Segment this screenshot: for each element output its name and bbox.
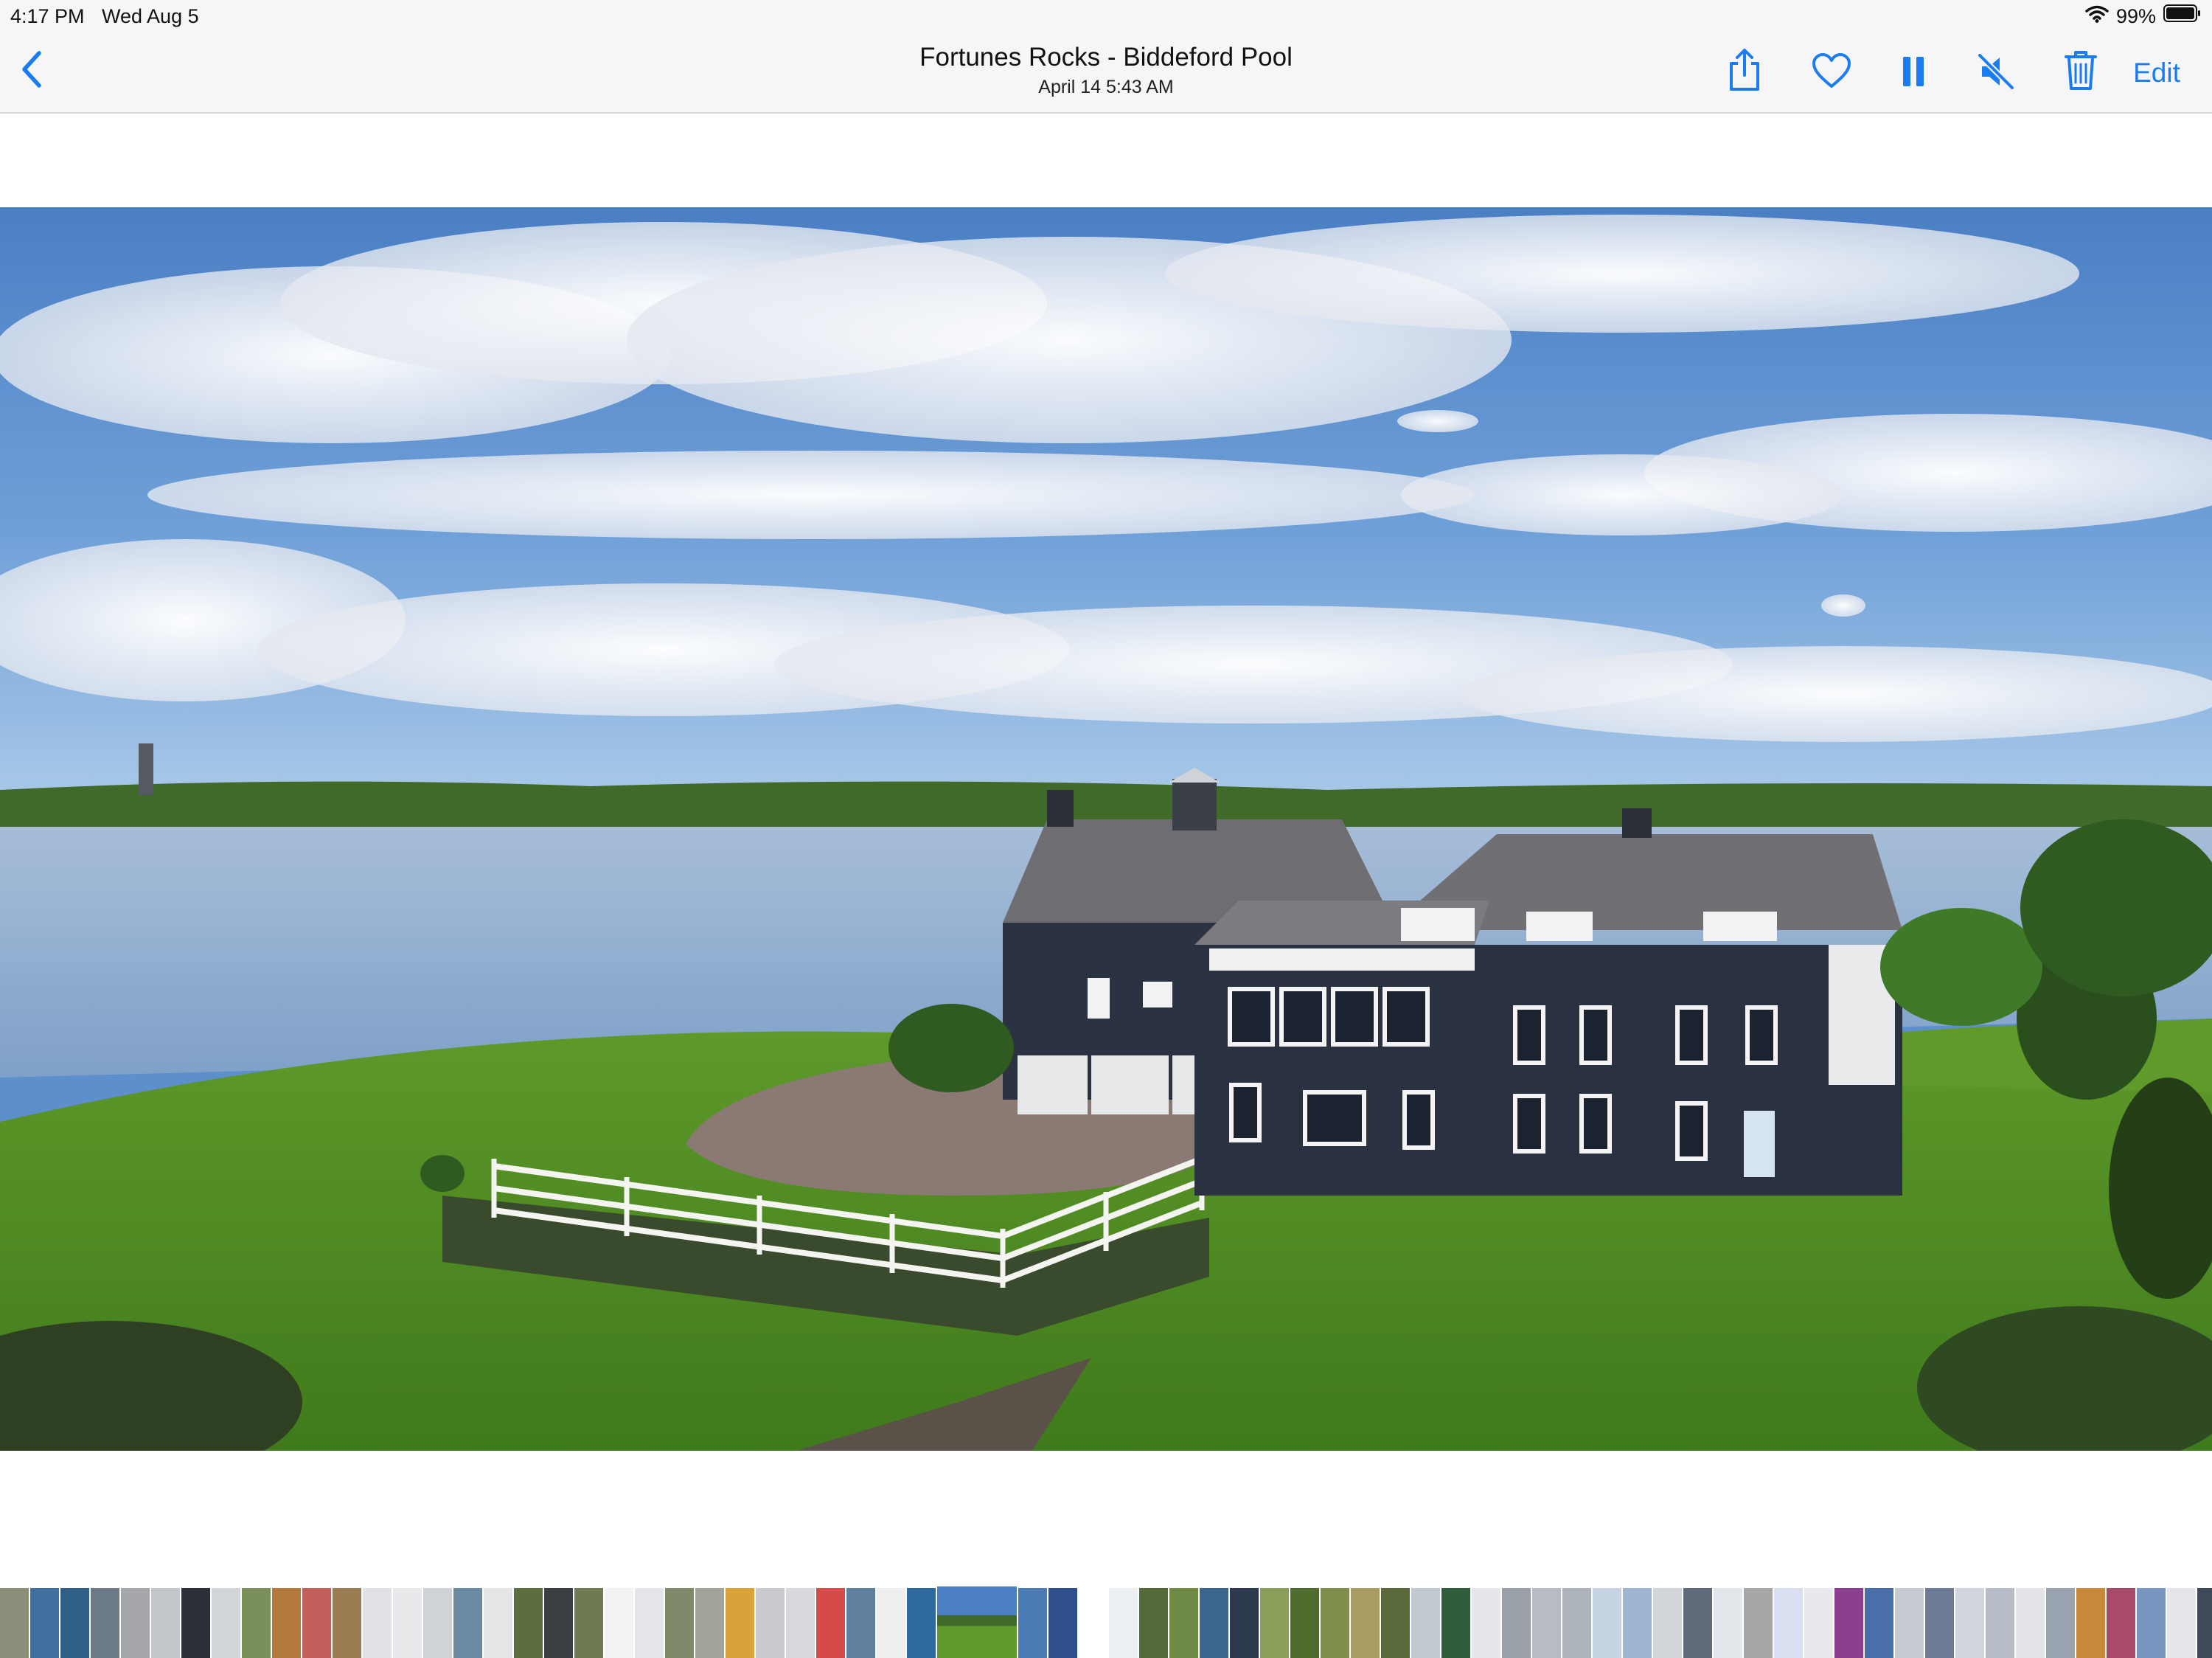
filmstrip-thumbnail[interactable] (0, 1588, 29, 1658)
edit-button[interactable]: Edit (2124, 53, 2190, 93)
filmstrip-thumbnail[interactable] (1139, 1588, 1168, 1658)
battery-percent: 99% (2115, 5, 2156, 27)
photo-timestamp: April 14 5:43 AM (1038, 77, 1174, 97)
filmstrip-thumbnail[interactable] (1562, 1588, 1591, 1658)
thumbnail-strip[interactable] (0, 1586, 2212, 1658)
filmstrip-thumbnail[interactable] (181, 1588, 210, 1658)
filmstrip-thumbnail[interactable] (1230, 1588, 1259, 1658)
filmstrip-thumbnail[interactable] (1532, 1588, 1561, 1658)
filmstrip-thumbnail[interactable] (363, 1588, 392, 1658)
pause-button[interactable] (1893, 53, 1933, 93)
filmstrip-thumbnail[interactable] (786, 1588, 815, 1658)
filmstrip-thumbnail[interactable] (1321, 1588, 1349, 1658)
filmstrip-thumbnail[interactable] (1925, 1588, 1954, 1658)
filmstrip-thumbnail[interactable] (1774, 1588, 1803, 1658)
filmstrip-thumbnail[interactable] (1804, 1588, 1833, 1658)
filmstrip-thumbnail[interactable] (2197, 1588, 2212, 1658)
filmstrip-thumbnail[interactable] (272, 1588, 301, 1658)
filmstrip-thumbnail[interactable] (151, 1588, 180, 1658)
filmstrip-thumbnail[interactable] (1623, 1588, 1652, 1658)
speaker-muted-icon (1977, 52, 2015, 94)
delete-button[interactable] (2060, 47, 2101, 96)
filmstrip-thumbnail[interactable] (846, 1588, 875, 1658)
filmstrip-thumbnail[interactable] (1381, 1588, 1410, 1658)
filmstrip-thumbnail[interactable] (907, 1588, 936, 1658)
filmstrip-thumbnail[interactable] (816, 1588, 845, 1658)
filmstrip-thumbnail[interactable] (695, 1588, 724, 1658)
filmstrip-thumbnail[interactable] (484, 1588, 512, 1658)
filmstrip-thumbnail[interactable] (2016, 1588, 2045, 1658)
heart-icon (1812, 52, 1851, 92)
mute-button[interactable] (1975, 52, 2017, 94)
filmstrip-thumbnail[interactable] (212, 1588, 240, 1658)
filmstrip-thumbnail[interactable] (1865, 1588, 1893, 1658)
filmstrip-thumbnail[interactable] (877, 1588, 905, 1658)
filmstrip-thumbnail[interactable] (121, 1588, 150, 1658)
filmstrip-thumbnail[interactable] (1895, 1588, 1924, 1658)
trash-icon (2065, 49, 2097, 94)
filmstrip-thumbnail[interactable] (302, 1588, 331, 1658)
filmstrip-thumbnail[interactable] (1714, 1588, 1742, 1658)
filmstrip-thumbnail[interactable] (1109, 1588, 1138, 1658)
status-date: Wed Aug 5 (102, 5, 199, 27)
filmstrip-thumbnail[interactable] (1502, 1588, 1531, 1658)
filmstrip-thumbnail[interactable] (1079, 1588, 1107, 1658)
filmstrip-thumbnail[interactable] (1441, 1588, 1470, 1658)
filmstrip-thumbnail[interactable] (1048, 1588, 1077, 1658)
wifi-icon (2085, 0, 2109, 32)
filmstrip-thumbnail[interactable] (393, 1588, 422, 1658)
filmstrip-thumbnail[interactable] (605, 1588, 633, 1658)
filmstrip-thumbnail[interactable] (1200, 1588, 1228, 1658)
filmstrip-thumbnail[interactable] (1411, 1588, 1440, 1658)
filmstrip-thumbnail[interactable] (1683, 1588, 1712, 1658)
status-bar: 4:17 PM Wed Aug 5 99% (0, 0, 2212, 32)
filmstrip-thumbnail[interactable] (30, 1588, 59, 1658)
filmstrip-thumbnail[interactable] (937, 1586, 1017, 1658)
filmstrip-thumbnail[interactable] (242, 1588, 271, 1658)
filmstrip-thumbnail[interactable] (544, 1588, 573, 1658)
filmstrip-thumbnail[interactable] (514, 1588, 543, 1658)
pause-icon (1902, 55, 1925, 91)
favorite-button[interactable] (1809, 52, 1854, 93)
filmstrip-thumbnail[interactable] (726, 1588, 754, 1658)
filmstrip-thumbnail[interactable] (1834, 1588, 1863, 1658)
filmstrip-thumbnail[interactable] (1744, 1588, 1773, 1658)
filmstrip-thumbnail[interactable] (2167, 1588, 2196, 1658)
filmstrip-thumbnail[interactable] (1986, 1588, 2014, 1658)
filmstrip-thumbnail[interactable] (1653, 1588, 1682, 1658)
status-indicators: 99% (2085, 0, 2202, 32)
filmstrip-thumbnail[interactable] (1593, 1588, 1621, 1658)
filmstrip-thumbnail[interactable] (91, 1588, 119, 1658)
photo-image (0, 207, 2212, 1451)
filmstrip-thumbnail[interactable] (60, 1588, 89, 1658)
photo-title: Fortunes Rocks - Biddeford Pool (919, 43, 1293, 72)
filmstrip-thumbnail[interactable] (333, 1588, 361, 1658)
share-button[interactable] (1722, 47, 1767, 96)
filmstrip-thumbnail[interactable] (1169, 1588, 1198, 1658)
battery-icon (2163, 0, 2202, 32)
filmstrip-thumbnail[interactable] (423, 1588, 452, 1658)
filmstrip-thumbnail[interactable] (453, 1588, 482, 1658)
filmstrip-thumbnail[interactable] (1290, 1588, 1319, 1658)
filmstrip-thumbnail[interactable] (1955, 1588, 1984, 1658)
filmstrip-thumbnail[interactable] (2107, 1588, 2135, 1658)
filmstrip-thumbnail[interactable] (635, 1588, 664, 1658)
filmstrip-thumbnail[interactable] (1472, 1588, 1500, 1658)
filmstrip-thumbnail[interactable] (1260, 1588, 1289, 1658)
share-icon (1728, 48, 1761, 95)
filmstrip-thumbnail[interactable] (1351, 1588, 1380, 1658)
status-time: 4:17 PM (10, 5, 85, 27)
photo-toolbar: Fortunes Rocks - Biddeford Pool April 14… (0, 32, 2212, 114)
filmstrip-thumbnail[interactable] (2046, 1588, 2075, 1658)
filmstrip-thumbnail[interactable] (2137, 1588, 2166, 1658)
filmstrip-thumbnail[interactable] (756, 1588, 785, 1658)
filmstrip-thumbnail[interactable] (665, 1588, 694, 1658)
filmstrip-thumbnail[interactable] (2076, 1588, 2105, 1658)
filmstrip-thumbnail[interactable] (574, 1588, 603, 1658)
photo-viewer[interactable] (0, 207, 2212, 1451)
filmstrip-thumbnail[interactable] (1018, 1588, 1047, 1658)
